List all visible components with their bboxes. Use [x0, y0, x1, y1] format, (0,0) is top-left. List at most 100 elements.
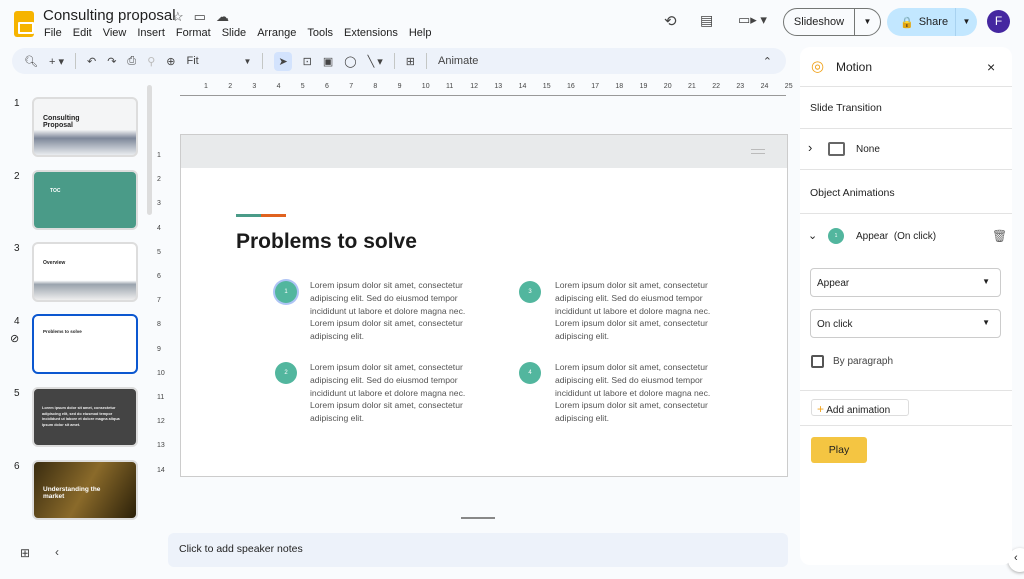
slide-header-band [181, 135, 787, 168]
add-animation-button[interactable]: + Add animation [811, 399, 909, 416]
animate-button[interactable]: Animate [438, 55, 478, 67]
play-button[interactable]: Play [811, 437, 867, 463]
print-icon[interactable]: ⎙ [127, 55, 136, 68]
thumb-title: Consulting Proposal [43, 115, 80, 129]
collapse-toolbar-icon[interactable]: ⌃ [763, 55, 772, 68]
ruler-tick-label: 4 [157, 224, 161, 232]
line-icon[interactable]: ╲ ▾ [368, 55, 383, 68]
zoom-select[interactable]: Fit [187, 55, 233, 67]
slideshow-label[interactable]: Slideshow [784, 16, 854, 28]
share-dropdown-icon[interactable]: ▼ [955, 8, 977, 36]
slide-thumb-2[interactable]: TOC [32, 170, 138, 230]
paint-format-icon[interactable]: ⚲ [147, 55, 155, 68]
animation-indicator-icon: ⊘ [10, 333, 20, 345]
text-box-icon[interactable]: ⊡ [303, 55, 312, 68]
avatar[interactable]: F [987, 10, 1010, 33]
motion-title: Motion [836, 60, 873, 74]
ruler-tick-label: 18 [615, 83, 624, 90]
slide-thumb-1[interactable]: Consulting Proposal [32, 97, 138, 157]
bullet-number[interactable]: 2 [275, 362, 297, 384]
comment-add-icon[interactable]: ⊞ [406, 55, 415, 68]
collapse-filmstrip-icon[interactable]: ‹ [55, 545, 59, 559]
ruler-tick-label: 9 [397, 83, 402, 90]
shape-icon[interactable]: ◯ [344, 55, 356, 68]
slide-thumb-5[interactable]: Lorem ipsum dolor sit amet, consectetur … [32, 387, 138, 447]
ruler-tick-label: 9 [157, 345, 161, 353]
menu-extensions[interactable]: Extensions [344, 27, 398, 39]
bullet-number[interactable]: 3 [519, 281, 541, 303]
horizontal-ruler[interactable]: 1 2 3 4 5 6 7 8 9 10 11 12 13 14 15 16 17 18 19 20 21 22 23 24 2… [180, 82, 793, 96]
notes-resize-handle[interactable] [461, 517, 495, 519]
ruler-tick-label: 8 [157, 321, 161, 329]
menu-file[interactable]: File [44, 27, 62, 39]
ruler-tick-label: 25 [784, 83, 793, 90]
effect-value: Appear [817, 278, 850, 289]
menu-format[interactable]: Format [176, 27, 211, 39]
bullet-number[interactable]: 1 [275, 281, 297, 303]
slide-transition-heading: Slide Transition [810, 102, 882, 114]
slide-canvas[interactable]: Problems to solve 1 Lorem ipsum dolor si… [180, 134, 788, 477]
bullet-number[interactable]: 4 [519, 362, 541, 384]
trash-icon[interactable]: 🗑︎ [992, 229, 1007, 243]
share-label[interactable]: Share [919, 16, 955, 28]
filmstrip-scrollbar[interactable] [147, 85, 152, 215]
effect-dropdown[interactable]: Appear ▼ [810, 268, 1001, 297]
star-icon[interactable]: ☆ [172, 9, 184, 25]
accent-line [236, 214, 286, 217]
bullet-text[interactable]: Lorem ipsum dolor sit amet, consectetur … [555, 361, 730, 425]
motion-panel: ◎ Motion × Slide Transition › None Object A… [800, 47, 1012, 565]
ruler-tick-label: 24 [760, 83, 769, 90]
chevron-right-icon[interactable]: › [808, 140, 812, 155]
chevron-down-icon[interactable]: ⌄ [808, 229, 817, 242]
search-menus-icon[interactable]: 🔍︎ [24, 55, 38, 68]
slideshow-dropdown-icon[interactable]: ▼ [854, 9, 880, 35]
slides-logo[interactable] [14, 11, 34, 37]
slideshow-button[interactable]: Slideshow ▼ [783, 8, 881, 36]
slide-title[interactable]: Problems to solve [236, 230, 417, 254]
menu-help[interactable]: Help [409, 27, 432, 39]
by-paragraph-checkbox[interactable] [811, 355, 824, 368]
vertical-ruler[interactable]: 1 2 3 4 5 6 7 8 9 10 11 12 13 14 [155, 134, 167, 479]
slide-thumb-3[interactable]: Overview [32, 242, 138, 302]
close-icon[interactable]: × [987, 59, 995, 75]
thumb-title: Understanding the market [43, 486, 101, 500]
share-button[interactable]: 🔒 Share ▼ [887, 8, 977, 36]
ruler-tick-label: 1 [204, 83, 208, 90]
menu-edit[interactable]: Edit [73, 27, 92, 39]
comments-icon[interactable]: ▤ [700, 12, 713, 29]
grid-view-icon[interactable]: ⊞ [20, 546, 30, 560]
slide-thumb-6[interactable]: Understanding the market [32, 460, 138, 520]
new-slide-icon[interactable]: + ▾ [49, 55, 64, 68]
menu-view[interactable]: View [103, 27, 127, 39]
ruler-tick-label: 12 [157, 418, 165, 426]
cloud-status-icon[interactable]: ☁ [216, 9, 229, 25]
bullet-text[interactable]: Lorem ipsum dolor sit amet, consectetur … [555, 279, 730, 343]
start-dropdown[interactable]: On click ▼ [810, 309, 1001, 338]
meet-icon[interactable]: ▭▸ ▾ [738, 12, 767, 28]
redo-icon[interactable]: ↷ [107, 55, 116, 68]
zoom-dropdown-icon[interactable]: ▼ [244, 57, 252, 66]
image-icon[interactable]: ▣ [323, 55, 333, 68]
bullet-text[interactable]: Lorem ipsum dolor sit amet, consectetur … [310, 279, 485, 343]
menu-tools[interactable]: Tools [307, 27, 333, 39]
slide-thumb-4[interactable]: Problems to solve [32, 314, 138, 374]
version-history-icon[interactable]: ⟲ [664, 12, 677, 30]
menu-slide[interactable]: Slide [222, 27, 246, 39]
speaker-notes[interactable]: Click to add speaker notes [168, 533, 788, 567]
animation-summary[interactable]: Appear (On click) [856, 231, 936, 242]
undo-icon[interactable]: ↶ [87, 55, 96, 68]
bullet-text[interactable]: Lorem ipsum dolor sit amet, consectetur … [310, 361, 485, 425]
menu-arrange[interactable]: Arrange [257, 27, 296, 39]
zoom-icon[interactable]: ⊕ [166, 55, 175, 68]
move-folder-icon[interactable]: ▭ [194, 9, 206, 25]
slide-number: 3 [14, 243, 20, 254]
transition-row[interactable]: › None [800, 129, 1012, 170]
ruler-tick-label: 10 [157, 369, 165, 377]
menu-insert[interactable]: Insert [137, 27, 165, 39]
ruler-tick-label: 11 [157, 394, 165, 401]
transition-value[interactable]: None [856, 144, 880, 155]
select-icon[interactable]: ➤ [274, 51, 292, 71]
ruler-tick-label: 10 [421, 83, 430, 90]
document-title[interactable]: Consulting proposal [43, 7, 176, 24]
slide-number: 5 [14, 388, 20, 399]
